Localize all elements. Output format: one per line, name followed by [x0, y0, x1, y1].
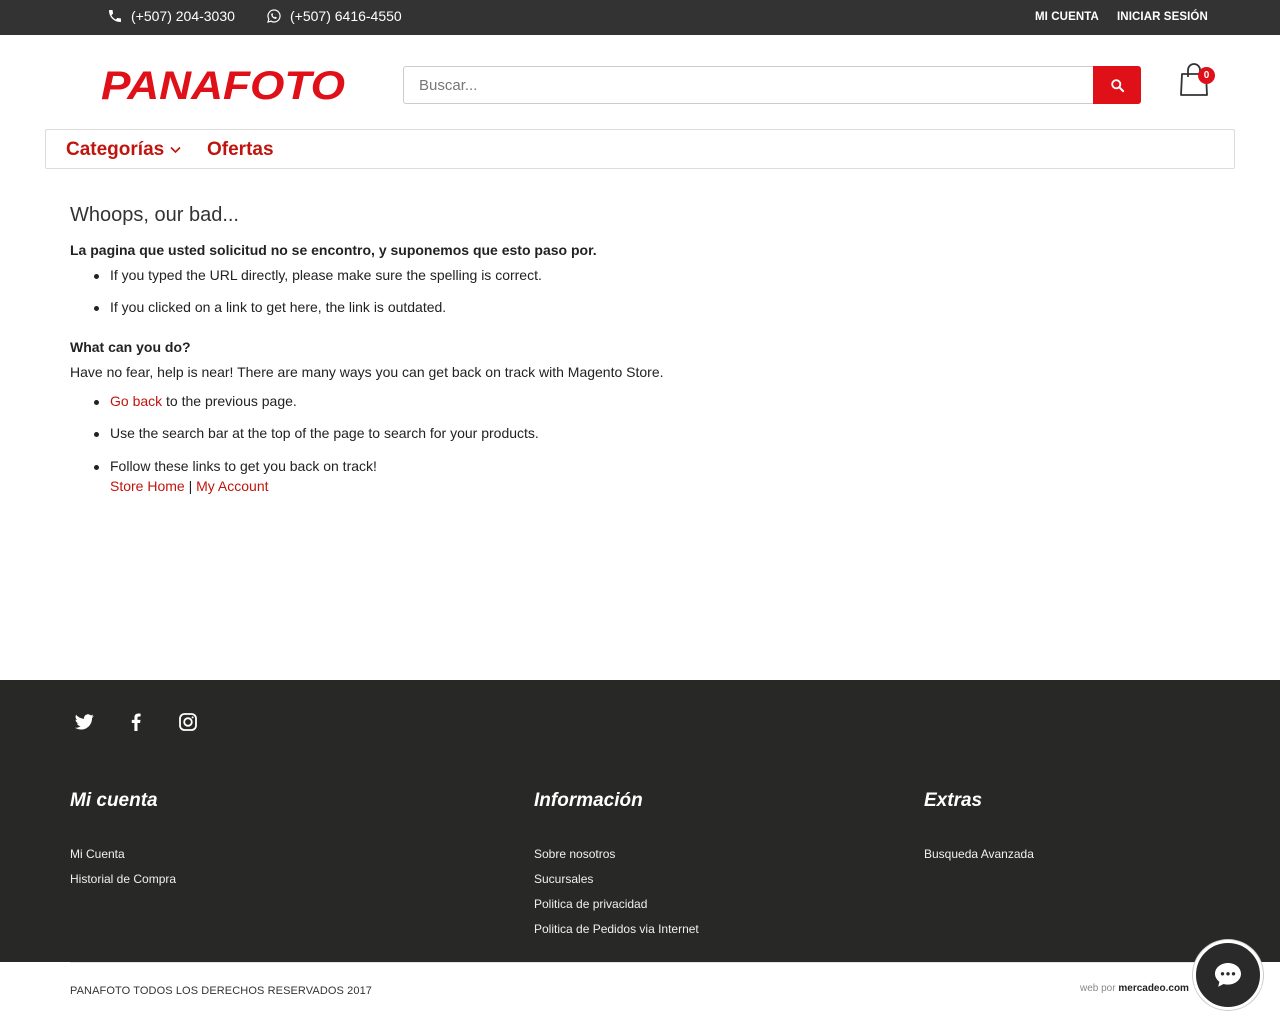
instagram-icon — [179, 713, 197, 731]
twitter-icon — [74, 714, 94, 730]
facebook-icon — [131, 713, 141, 731]
web-by-label: web por — [1080, 983, 1116, 994]
footer-link-my-account[interactable]: Mi Cuenta — [70, 847, 125, 861]
facebook-link[interactable] — [122, 712, 150, 732]
reason-item: If you clicked on a link to get here, th… — [93, 299, 447, 315]
phone-icon — [109, 10, 121, 22]
footer: Mi cuenta Mi Cuenta Historial de Compra … — [0, 680, 1280, 967]
intro-text: La pagina que usted solicitud no se enco… — [70, 242, 597, 258]
what-heading: What can you do? — [70, 339, 191, 355]
nav-offers-label: Ofertas — [207, 139, 274, 160]
whatsapp-icon — [267, 9, 281, 23]
footer-heading-extras: Extras — [924, 790, 983, 811]
what-text: Have no fear, help is near! There are ma… — [70, 364, 664, 380]
instagram-link[interactable] — [174, 712, 202, 732]
follow-item: Follow these links to get you back on tr… — [94, 458, 377, 474]
footer-link-branches[interactable]: Sucursales — [534, 872, 593, 886]
login-link[interactable]: INICIAR SESIÓN — [1117, 11, 1208, 23]
store-home-link[interactable]: Store Home — [110, 478, 185, 494]
link-separator: | — [184, 478, 197, 494]
footer-heading-info: Información — [534, 790, 643, 811]
whatsapp-contact[interactable]: (+507) 6416-4550 — [266, 8, 402, 24]
whatsapp-number: (+507) 6416-4550 — [290, 8, 402, 24]
bottom-bar: PANAFOTO TODOS LOS DERECHOS RESERVADOS 2… — [0, 962, 1280, 1024]
footer-link-privacy[interactable]: Politica de privacidad — [534, 897, 647, 911]
chat-button[interactable] — [1193, 940, 1263, 1010]
divider — [70, 962, 1210, 963]
chevron-down-icon — [170, 146, 181, 154]
footer-link-about[interactable]: Sobre nosotros — [534, 847, 615, 861]
search-input[interactable] — [403, 66, 1094, 104]
search-tip-item: Use the search bar at the top of the pag… — [94, 425, 539, 441]
panafoto-logo[interactable]: PANAFOTO — [101, 62, 346, 108]
top-bar: (+507) 204-3030 (+507) 6416-4550 MI CUEN… — [0, 0, 1280, 35]
web-by[interactable]: web por mercadeo.com — [1080, 983, 1189, 994]
cart-count-badge: 0 — [1198, 67, 1215, 84]
copyright-text: PANAFOTO TODOS LOS DERECHOS RESERVADOS 2… — [70, 985, 373, 997]
footer-link-order-history[interactable]: Historial de Compra — [70, 872, 176, 886]
page-title: Whoops, our bad... — [70, 204, 239, 226]
go-back-rest: to the previous page. — [162, 393, 297, 409]
footer-link-advanced-search[interactable]: Busqueda Avanzada — [924, 847, 1034, 861]
nav-categories[interactable]: Categorías — [66, 139, 181, 161]
phone-number: (+507) 204-3030 — [131, 8, 235, 24]
logo-text: PANAFOTO — [101, 64, 345, 106]
web-by-brand: mercadeo.com — [1118, 983, 1189, 994]
footer-link-internet-orders[interactable]: Politica de Pedidos via Internet — [534, 922, 699, 936]
phone-contact[interactable]: (+507) 204-3030 — [107, 8, 235, 24]
twitter-link[interactable] — [70, 712, 98, 732]
main-nav: Categorías Ofertas — [45, 129, 1235, 169]
search-button[interactable] — [1093, 66, 1141, 104]
helpful-links: Store Home | My Account — [110, 478, 269, 494]
go-back-item: Go back to the previous page. — [94, 393, 297, 409]
my-account-content-link[interactable]: My Account — [196, 478, 268, 494]
nav-offers[interactable]: Ofertas — [207, 139, 274, 161]
footer-heading-account: Mi cuenta — [70, 790, 158, 811]
go-back-link[interactable]: Go back — [110, 393, 162, 409]
my-account-link[interactable]: MI CUENTA — [1035, 11, 1099, 23]
nav-categories-label: Categorías — [66, 139, 165, 160]
search-icon — [1110, 78, 1124, 92]
reason-item: If you typed the URL directly, please ma… — [94, 267, 542, 283]
chat-icon — [1215, 963, 1241, 987]
